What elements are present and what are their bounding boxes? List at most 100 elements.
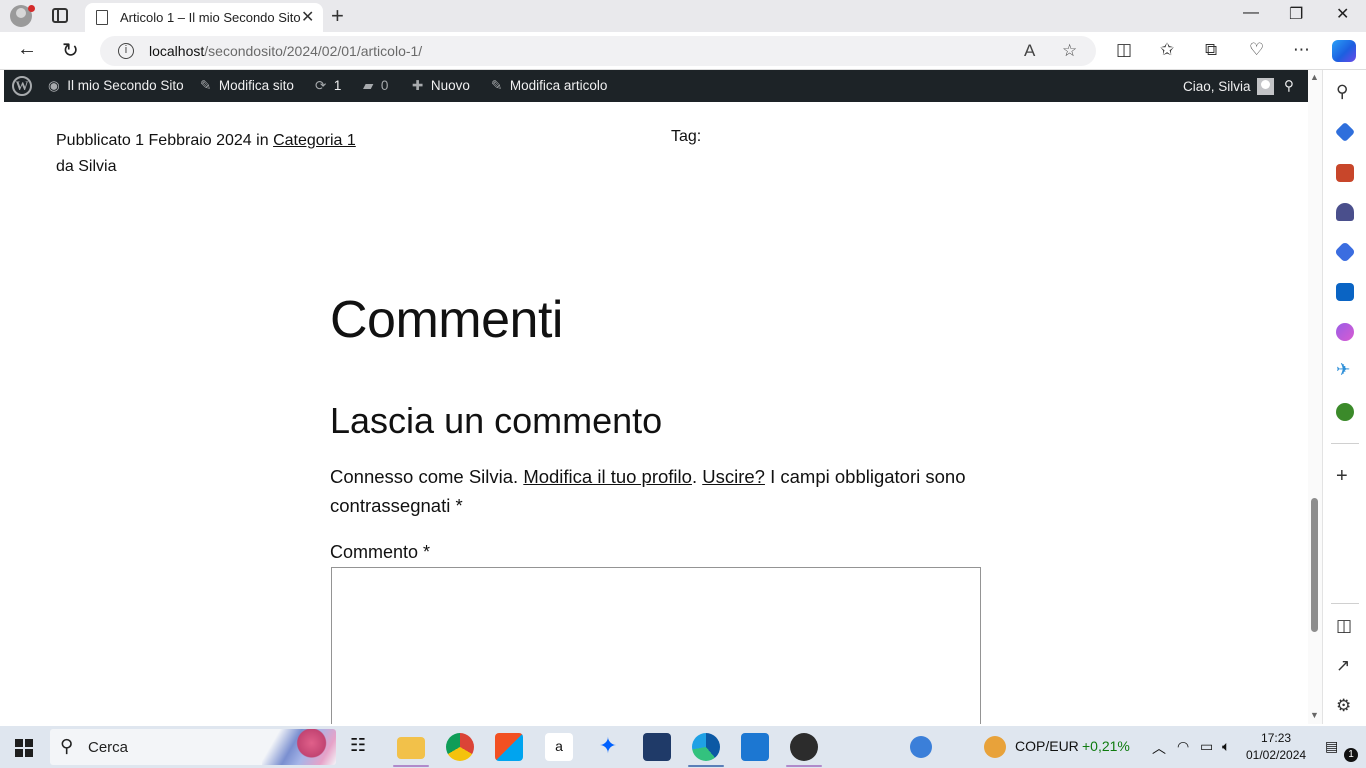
edge-sidebar: ⚲ ✈ + ◫ ↗ ⚙ — [1322, 70, 1366, 724]
new-tab-button[interactable]: + — [331, 3, 344, 29]
dropbox-icon[interactable]: ✦ — [594, 733, 622, 761]
minimize-button[interactable]: — — [1243, 4, 1259, 22]
wp-edit-site-link[interactable]: ✎ Modifica sito — [200, 78, 294, 94]
tree-icon[interactable] — [1336, 403, 1354, 421]
updates-count: 1 — [333, 78, 342, 93]
brush-icon: ✎ — [200, 78, 212, 93]
wp-updates-link[interactable]: ⟳ 1 — [315, 78, 341, 94]
comments-count: 0 — [380, 78, 389, 93]
split-screen-icon[interactable]: ◫ — [1116, 40, 1132, 60]
edge-icon[interactable] — [692, 733, 720, 761]
comment-textarea[interactable] — [331, 567, 981, 724]
microsoft-store-icon[interactable] — [495, 733, 523, 761]
restore-button[interactable]: ❐ — [1289, 4, 1303, 24]
scroll-down-arrow-icon[interactable]: ▼ — [1310, 710, 1319, 720]
link-separator: . — [691, 466, 698, 487]
chrome-icon[interactable] — [446, 733, 474, 761]
tab-title: Articolo 1 – Il mio Secondo Sito — [120, 10, 301, 25]
designer-icon[interactable] — [1336, 323, 1354, 341]
wp-edit-post-link[interactable]: ✎ Modifica articolo — [491, 78, 607, 94]
logout-link[interactable]: Uscire? — [702, 466, 765, 487]
microsoft-365-icon[interactable] — [1334, 241, 1356, 263]
search-highlight-image — [262, 729, 336, 765]
shopping-tag-icon[interactable] — [1334, 121, 1356, 143]
wp-admin-bar: W ◉ Il mio Secondo Sito ✎ Modifica sito … — [4, 70, 1308, 102]
stocks-widget-icon[interactable] — [984, 736, 1006, 758]
site-info-icon[interactable]: i — [118, 43, 134, 59]
scrollbar-thumb[interactable] — [1311, 498, 1318, 632]
category-link[interactable]: Categoria 1 — [273, 132, 356, 149]
sidebar-divider — [1331, 443, 1359, 444]
more-options-icon[interactable]: ⋯ — [1293, 40, 1310, 60]
scroll-up-arrow-icon[interactable]: ▲ — [1310, 72, 1319, 82]
url-text[interactable]: localhost/secondosito/2024/02/01/articol… — [149, 43, 422, 59]
refresh-icon[interactable]: ↻ — [62, 38, 79, 63]
logged-in-prefix: Connesso come Silvia. — [330, 466, 519, 487]
collections-icon[interactable]: ⧉ — [1205, 40, 1217, 60]
edit-profile-link[interactable]: Modifica il tuo profilo — [523, 466, 692, 487]
wp-new-link[interactable]: ✚ Nuovo — [412, 78, 470, 94]
address-bar[interactable]: i localhost/secondosito/2024/02/01/artic… — [100, 36, 1096, 66]
hide-sidebar-icon[interactable]: ◫ — [1336, 616, 1352, 636]
wp-site-name-link[interactable]: ◉ Il mio Secondo Sito — [48, 78, 184, 94]
send-plane-icon[interactable]: ✈ — [1336, 360, 1350, 380]
ticker-name[interactable]: COP/EUR — [1015, 738, 1079, 754]
battery-icon[interactable]: ▭ — [1200, 738, 1213, 755]
browser-tab-active[interactable]: Articolo 1 – Il mio Secondo Sito ✕ — [85, 3, 323, 33]
outlook-icon[interactable] — [1336, 283, 1354, 301]
favorites-icon[interactable]: ✩ — [1160, 40, 1174, 60]
favorite-star-icon[interactable]: ☆ — [1062, 41, 1077, 61]
windows-taskbar: ⚲ Cerca ☷ a ✦ COP/EUR +0,21% ︿ ◠ ▭ 🔈︎ 17… — [0, 726, 1366, 768]
github-icon[interactable] — [790, 733, 818, 761]
task-view-icon[interactable]: ☷ — [350, 735, 366, 756]
clock-time: 17:23 — [1261, 731, 1292, 745]
edit-post-label: Modifica articolo — [509, 78, 608, 93]
app-running-indicator — [393, 765, 429, 767]
tags-label: Tag: — [671, 128, 702, 145]
browser-toolbar: ← ↻ i localhost/secondosito/2024/02/01/a… — [0, 32, 1366, 70]
tab-actions-icon[interactable] — [52, 8, 68, 23]
search-icon[interactable]: ⚲ — [1336, 82, 1348, 102]
post-author: da Silvia — [56, 158, 117, 175]
search-placeholder: Cerca — [88, 739, 129, 756]
wp-account-link[interactable]: Ciao, Silvia — [1183, 78, 1274, 95]
windows-start-icon[interactable] — [15, 739, 33, 757]
published-label: Pubblicato — [56, 132, 131, 149]
clock-date: 01/02/2024 — [1246, 748, 1307, 762]
greeting-label: Ciao, Silvia — [1183, 79, 1251, 94]
chevron-up-icon[interactable]: ︿ — [1152, 738, 1166, 758]
amazon-icon[interactable]: a — [545, 733, 573, 761]
powershell-icon[interactable] — [643, 733, 671, 761]
notifications-icon[interactable]: ▤ — [1325, 738, 1338, 755]
page-scrollbar[interactable]: ▲ ▼ — [1308, 70, 1322, 724]
help-icon[interactable] — [910, 736, 932, 758]
sidebar-divider — [1331, 603, 1359, 604]
mail-icon[interactable] — [741, 733, 769, 761]
tools-briefcase-icon[interactable] — [1336, 164, 1354, 182]
network-icon[interactable]: ◠ — [1177, 738, 1189, 755]
wp-comments-link[interactable]: ▰ 0 — [363, 78, 388, 94]
settings-gear-icon[interactable]: ⚙ — [1336, 696, 1351, 716]
app-running-indicator — [786, 765, 822, 767]
file-explorer-icon[interactable] — [397, 737, 425, 759]
ticker-change: +0,21% — [1082, 738, 1130, 754]
copilot-icon[interactable] — [1332, 40, 1356, 62]
browser-essentials-icon[interactable]: ♡ — [1249, 40, 1264, 60]
close-tab-icon[interactable]: ✕ — [301, 7, 314, 27]
post-meta: Pubblicato 1 Febbraio 2024 in Categoria … — [56, 128, 356, 180]
system-clock[interactable]: 17:23 01/02/2024 — [1246, 730, 1306, 764]
read-aloud-icon[interactable]: A — [1024, 41, 1035, 61]
wordpress-logo-icon[interactable]: W — [12, 76, 32, 96]
close-window-button[interactable]: ✕ — [1336, 4, 1349, 24]
external-link-icon[interactable]: ↗ — [1336, 656, 1350, 676]
games-chess-icon[interactable] — [1336, 203, 1354, 221]
wp-search-icon[interactable]: ⚲ — [1284, 78, 1294, 94]
in-label: in — [256, 132, 269, 149]
taskbar-search-box[interactable]: ⚲ Cerca — [50, 729, 336, 765]
add-sidebar-app-icon[interactable]: + — [1336, 465, 1348, 488]
site-name-label: Il mio Secondo Sito — [67, 78, 184, 93]
back-arrow-icon[interactable]: ← — [17, 38, 37, 61]
volume-icon[interactable]: 🔈︎ — [1222, 738, 1230, 755]
new-label: Nuovo — [430, 78, 470, 93]
comment-label: Commento * — [330, 542, 431, 562]
